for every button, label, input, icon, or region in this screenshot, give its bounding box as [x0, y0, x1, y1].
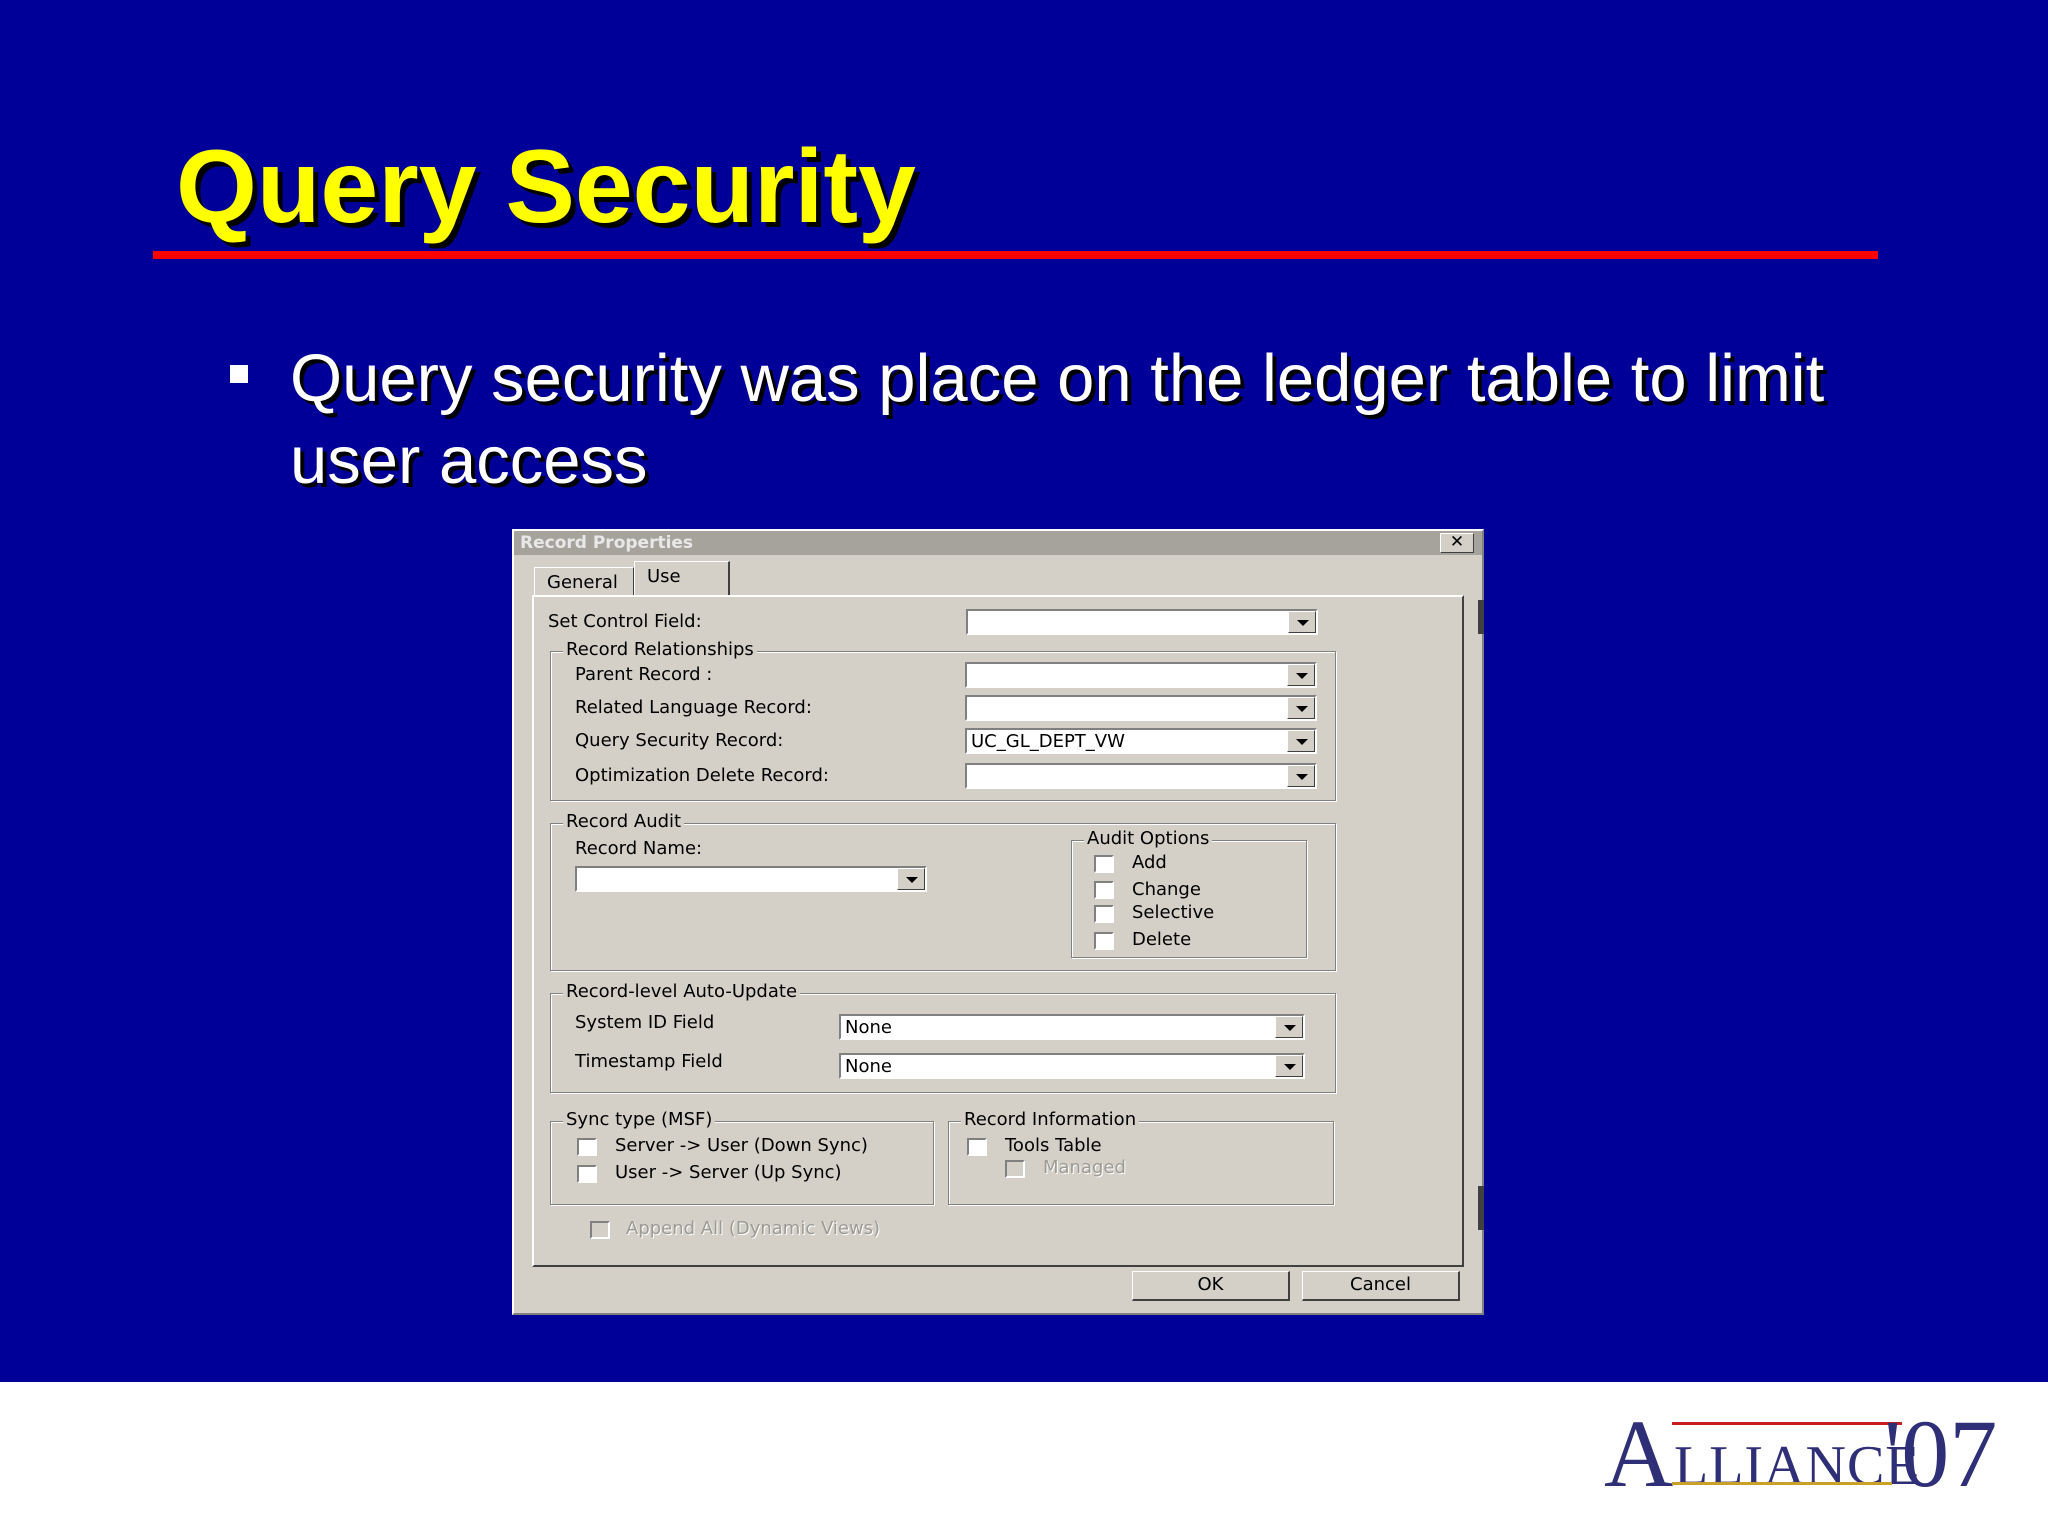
title-underline-rule	[153, 251, 1878, 259]
close-button[interactable]: ✕	[1440, 533, 1474, 553]
audit-add-label: Add	[1132, 852, 1167, 873]
optimization-delete-record-combo[interactable]	[965, 763, 1317, 789]
down-sync-label: Server -> User (Down Sync)	[615, 1135, 868, 1156]
set-control-field-label: Set Control Field:	[548, 611, 702, 632]
tools-table-checkbox[interactable]	[967, 1138, 987, 1156]
tools-table-label: Tools Table	[1005, 1135, 1102, 1156]
record-properties-dialog: Record Properties ✕ General Use Set Cont…	[512, 529, 1484, 1315]
logo-gold-stripe	[1672, 1482, 1892, 1485]
chevron-down-icon[interactable]	[1287, 730, 1315, 752]
logo-initial: A	[1604, 1400, 1674, 1507]
record-name-combo[interactable]	[575, 866, 927, 892]
record-audit-group: Record Audit Record Name: Audit Options …	[550, 811, 1336, 971]
chevron-down-icon[interactable]	[1287, 664, 1315, 686]
bullet-text: Query security was place on the ledger t…	[290, 341, 1825, 498]
chevron-down-icon[interactable]	[1275, 1016, 1303, 1038]
related-language-record-combo[interactable]	[965, 695, 1317, 721]
sync-type-legend: Sync type (MSF)	[563, 1109, 716, 1130]
timestamp-field-combo[interactable]: None	[839, 1053, 1305, 1079]
close-icon: ✕	[1449, 532, 1465, 552]
logo-red-stripe	[1672, 1422, 1902, 1425]
down-sync-checkbox[interactable]	[577, 1138, 597, 1156]
slide-title: Query Security	[176, 129, 916, 245]
system-id-field-label: System ID Field	[575, 1012, 715, 1033]
audit-selective-label: Selective	[1132, 902, 1215, 923]
timestamp-field-value: None	[845, 1056, 892, 1077]
audit-selective-checkbox[interactable]	[1094, 905, 1114, 923]
query-security-record-label: Query Security Record:	[575, 730, 784, 751]
window-edge-mark	[1478, 600, 1484, 634]
up-sync-checkbox[interactable]	[577, 1165, 597, 1183]
chevron-down-icon[interactable]	[1275, 1055, 1303, 1077]
record-information-legend: Record Information	[961, 1109, 1140, 1130]
append-all-checkbox	[590, 1221, 610, 1239]
tab-general[interactable]: General	[534, 567, 634, 597]
parent-record-label: Parent Record :	[575, 664, 713, 685]
ok-button[interactable]: OK	[1132, 1271, 1290, 1301]
audit-options-group: Audit Options Add Change Selective Delet…	[1071, 828, 1307, 958]
up-sync-label: User -> Server (Up Sync)	[615, 1162, 842, 1183]
auto-update-group: Record-level Auto-Update System ID Field…	[550, 981, 1336, 1093]
audit-options-legend: Audit Options	[1084, 828, 1213, 849]
chevron-down-icon[interactable]	[1288, 611, 1316, 633]
sync-type-group: Sync type (MSF) Server -> User (Down Syn…	[550, 1109, 934, 1205]
query-security-record-combo[interactable]: UC_GL_DEPT_VW	[965, 728, 1317, 754]
bullet-marker-icon	[230, 365, 248, 383]
optimization-delete-record-label: Optimization Delete Record:	[575, 765, 829, 786]
audit-add-checkbox[interactable]	[1094, 855, 1114, 873]
tab-use[interactable]: Use	[634, 561, 730, 597]
related-language-record-label: Related Language Record:	[575, 697, 812, 718]
chevron-down-icon[interactable]	[1287, 765, 1315, 787]
cancel-button[interactable]: Cancel	[1302, 1271, 1460, 1301]
query-security-record-value: UC_GL_DEPT_VW	[971, 731, 1125, 752]
system-id-field-value: None	[845, 1017, 892, 1038]
chevron-down-icon[interactable]	[1287, 697, 1315, 719]
dialog-titlebar[interactable]: Record Properties ✕	[514, 531, 1482, 555]
record-name-label: Record Name:	[575, 838, 703, 859]
managed-label: Managed	[1043, 1157, 1126, 1178]
window-edge-mark	[1478, 1186, 1484, 1230]
record-relationships-legend: Record Relationships	[563, 639, 757, 660]
append-all-label: Append All (Dynamic Views)	[626, 1218, 881, 1239]
auto-update-legend: Record-level Auto-Update	[563, 981, 801, 1002]
audit-change-checkbox[interactable]	[1094, 881, 1114, 899]
audit-delete-checkbox[interactable]	[1094, 932, 1114, 950]
set-control-field-combo[interactable]	[966, 609, 1318, 635]
logo-year: '07	[1884, 1400, 1998, 1507]
timestamp-field-label: Timestamp Field	[575, 1051, 723, 1072]
dialog-title: Record Properties	[520, 533, 694, 553]
record-information-group: Record Information Tools Table Managed	[948, 1109, 1334, 1205]
chevron-down-icon[interactable]	[897, 868, 925, 890]
parent-record-combo[interactable]	[965, 662, 1317, 688]
audit-delete-label: Delete	[1132, 929, 1192, 950]
use-tab-panel: Set Control Field: Record Relationships …	[532, 595, 1464, 1267]
managed-checkbox	[1005, 1160, 1025, 1178]
record-relationships-group: Record Relationships Parent Record : Rel…	[550, 639, 1336, 801]
audit-change-label: Change	[1132, 879, 1201, 900]
record-audit-legend: Record Audit	[563, 811, 685, 832]
system-id-field-combo[interactable]: None	[839, 1014, 1305, 1040]
